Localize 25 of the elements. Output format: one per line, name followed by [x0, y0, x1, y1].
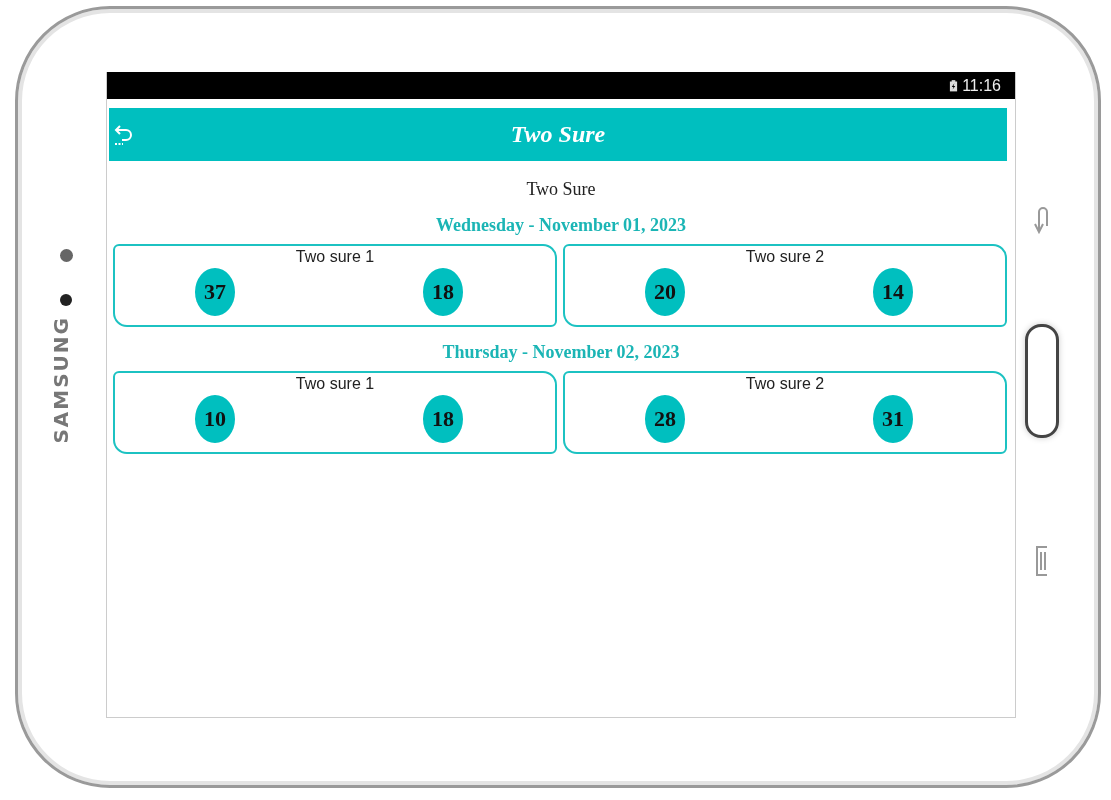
clock-time: 11:16 [962, 76, 1001, 95]
home-button[interactable] [1025, 324, 1059, 438]
number-ball: 31 [873, 395, 913, 443]
number-ball: 14 [873, 268, 913, 316]
date-heading: Wednesday - November 01, 2023 [435, 215, 687, 236]
card-title: Two sure 2 [745, 248, 825, 266]
number-ball: 28 [645, 395, 685, 443]
number-ball: 18 [423, 268, 463, 316]
number-ball: 20 [645, 268, 685, 316]
card-title: Two sure 1 [295, 248, 375, 266]
brand-logo: SAMSUNG [48, 316, 73, 444]
battery-icon [949, 78, 959, 93]
page-subtitle: Two Sure [526, 179, 596, 200]
back-icon[interactable] [113, 122, 135, 146]
date-heading: Thursday - November 02, 2023 [442, 342, 680, 363]
number-ball: 18 [423, 395, 463, 443]
card-title: Two sure 1 [295, 375, 375, 393]
card-title: Two sure 2 [745, 375, 825, 393]
menu-key-icon[interactable] [1034, 546, 1050, 576]
sensor-icon [60, 294, 72, 306]
number-ball: 37 [195, 268, 235, 316]
back-key-icon[interactable] [1034, 204, 1050, 234]
camera-icon [59, 249, 73, 262]
number-ball: 10 [195, 395, 235, 443]
app-title: Two Sure [510, 121, 606, 148]
